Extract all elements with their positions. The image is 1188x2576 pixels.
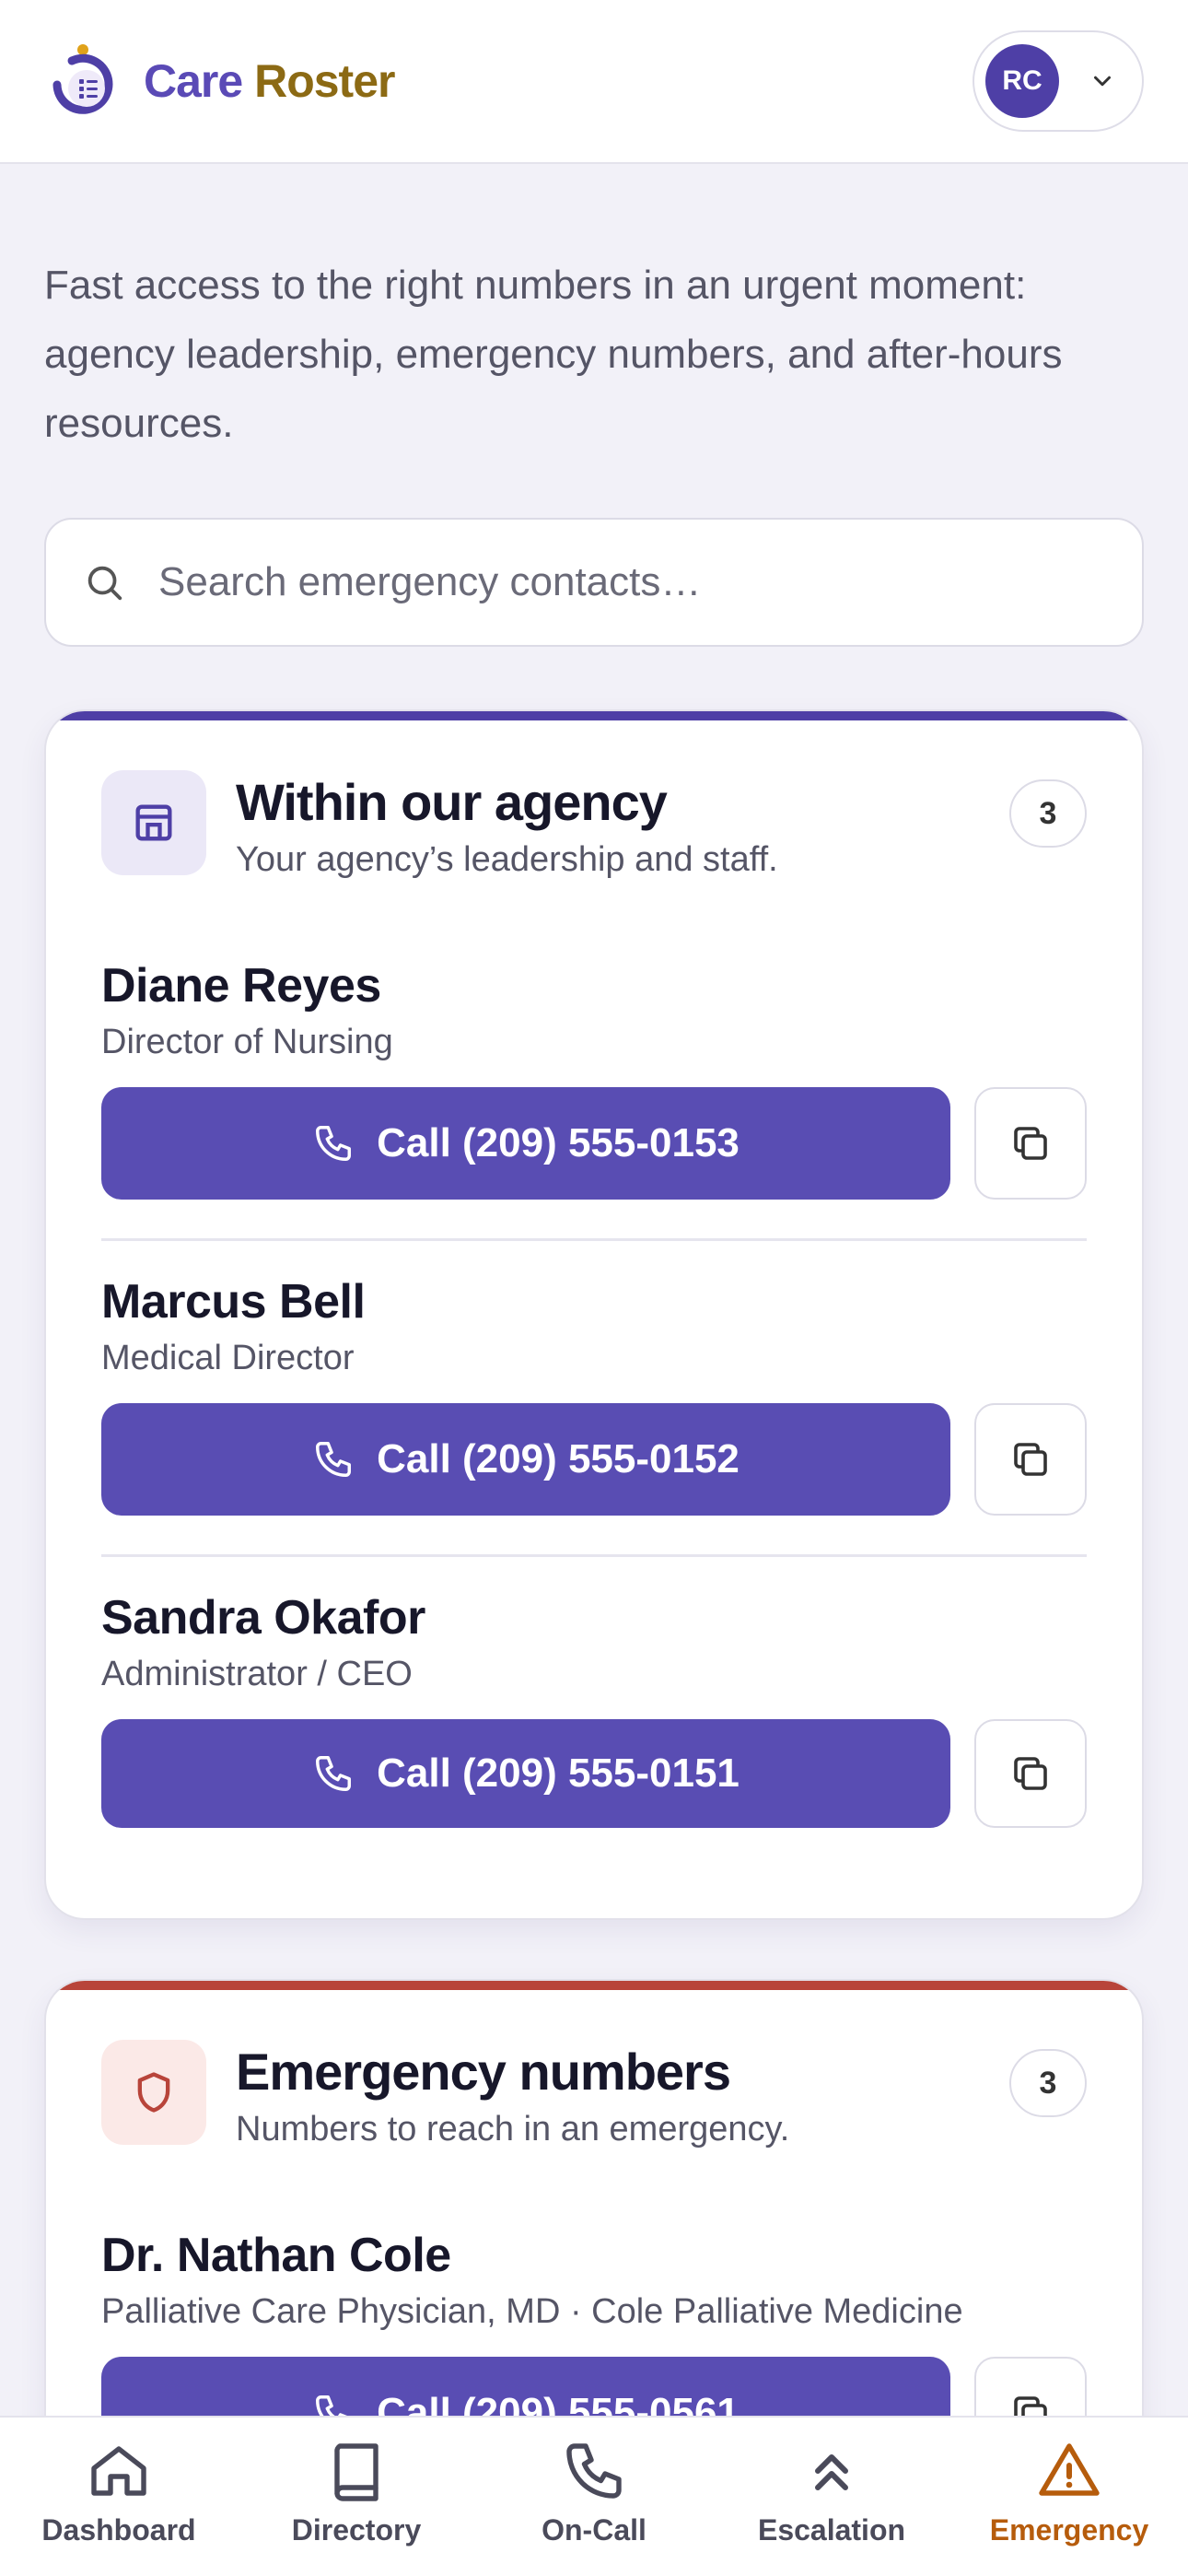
- building-icon: [101, 770, 206, 875]
- shield-icon: [101, 2040, 206, 2145]
- contact-item: Marcus Bell Medical Director Call (209) …: [101, 1274, 1087, 1516]
- search-input[interactable]: [158, 559, 1105, 605]
- contact-name: Sandra Okafor: [101, 1591, 425, 1645]
- warning-triangle-icon: [1039, 2443, 1100, 2496]
- call-button[interactable]: Call (209) 555-0151: [101, 1719, 950, 1828]
- call-button[interactable]: Call (209) 555-0153: [101, 1087, 950, 1200]
- brand-name-care: Care: [144, 55, 243, 107]
- chevron-down-icon: [1094, 76, 1111, 87]
- copy-number-button[interactable]: [974, 1403, 1087, 1516]
- care-roster-logo-icon: [52, 44, 113, 114]
- nav-item-label: Directory: [291, 2513, 422, 2547]
- search-box[interactable]: [44, 518, 1144, 647]
- bottom-nav: Dashboard Directory On-Call Escalation E…: [0, 2416, 1188, 2576]
- phone-icon: [316, 1756, 352, 1791]
- section-count-badge: 3: [1009, 2049, 1087, 2117]
- contact-name: Diane Reyes: [101, 959, 381, 1013]
- section-title: Within our agency: [236, 773, 668, 831]
- section-accent-bar: [46, 1981, 1142, 1990]
- call-button[interactable]: Call (209) 555-0152: [101, 1403, 950, 1516]
- contact-role: Medical Director: [101, 1339, 355, 1377]
- copy-number-button[interactable]: [974, 1719, 1087, 1828]
- call-button-label: Call (209) 555-0153: [377, 1120, 740, 1165]
- avatar: RC: [985, 44, 1059, 118]
- nav-item-label: On-Call: [542, 2513, 646, 2547]
- brand-name-roster: Roster: [254, 55, 395, 107]
- home-icon: [91, 2446, 146, 2496]
- contact-role: Palliative Care Physician, MD · Cole Pal…: [101, 2292, 963, 2331]
- nav-item-directory[interactable]: Directory: [250, 2438, 462, 2547]
- nav-item-label: Escalation: [757, 2513, 906, 2547]
- copy-icon: [1014, 1127, 1047, 1160]
- intro-text: Fast access to the right numbers in an u…: [44, 263, 1063, 446]
- nav-item-dashboard[interactable]: Dashboard: [13, 2438, 225, 2547]
- contact-name: Dr. Nathan Cole: [101, 2229, 451, 2282]
- section-subtitle: Numbers to reach in an emergency.: [236, 2110, 790, 2149]
- phone-icon: [566, 2443, 622, 2499]
- app-header: Care Roster RC: [0, 0, 1188, 164]
- section-accent-bar: [46, 711, 1142, 720]
- nav-item-oncall[interactable]: On-Call: [488, 2438, 700, 2547]
- copy-icon: [1014, 1757, 1047, 1790]
- phone-icon: [316, 1126, 352, 1161]
- contact-item: Diane Reyes Director of Nursing Call (20…: [101, 958, 1087, 1200]
- search-icon: [87, 566, 122, 601]
- copy-icon: [1014, 1443, 1047, 1476]
- nav-item-emergency[interactable]: Emergency: [963, 2438, 1175, 2547]
- copy-number-button[interactable]: [974, 1087, 1087, 1200]
- nav-item-label: Dashboard: [41, 2513, 196, 2547]
- divider: [101, 1554, 1087, 1557]
- phone-icon: [316, 1442, 352, 1477]
- brand[interactable]: Care Roster: [44, 42, 395, 120]
- divider: [101, 1238, 1087, 1241]
- brand-name: Care Roster: [144, 54, 395, 108]
- section-subtitle: Your agency’s leadership and staff.: [236, 840, 778, 879]
- nav-item-label: Emergency: [989, 2513, 1149, 2547]
- contact-name: Marcus Bell: [101, 1275, 366, 1329]
- contact-role: Administrator / CEO: [101, 1655, 413, 1693]
- chevrons-up-icon: [815, 2454, 848, 2490]
- contact-item: Sandra Okafor Administrator / CEO Call (…: [101, 1590, 1087, 1832]
- call-button-label: Call (209) 555-0151: [377, 1751, 740, 1796]
- section-within-agency: Within our agency Your agency’s leadersh…: [44, 709, 1144, 1920]
- section-header: Within our agency Your agency’s leadersh…: [101, 770, 1087, 881]
- account-menu-button[interactable]: RC: [973, 30, 1144, 132]
- contact-role: Director of Nursing: [101, 1023, 393, 1061]
- call-button-label: Call (209) 555-0152: [377, 1436, 740, 1481]
- nav-item-escalation[interactable]: Escalation: [726, 2438, 938, 2547]
- section-title: Emergency numbers: [236, 2043, 731, 2101]
- section-header: Emergency numbers Numbers to reach in an…: [101, 2040, 1087, 2150]
- section-count-badge: 3: [1009, 779, 1087, 848]
- book-icon: [334, 2443, 379, 2501]
